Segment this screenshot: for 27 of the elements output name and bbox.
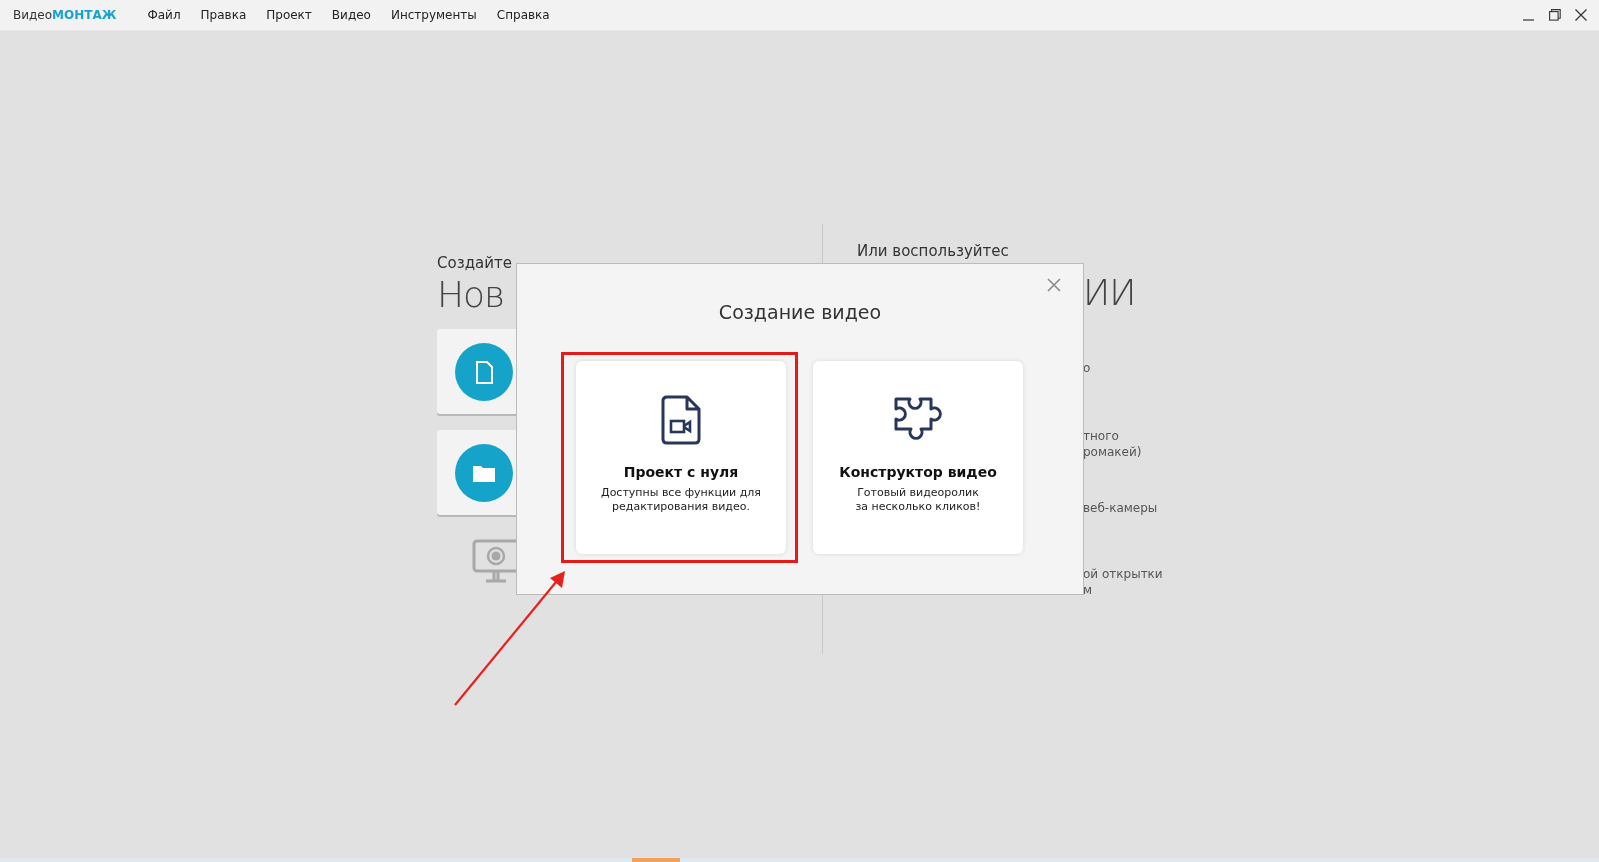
menu-item[interactable]: Файл (147, 8, 181, 22)
folder-icon (455, 443, 513, 502)
video-file-icon (661, 395, 701, 445)
menu-item[interactable]: Инструменты (390, 8, 477, 22)
option-text: веб-камеры (1083, 500, 1159, 516)
restore-icon[interactable] (1549, 9, 1561, 21)
caption-text: Или воспользуйтес (857, 242, 1010, 260)
menu-item[interactable]: Справка (496, 8, 550, 22)
heading-text: ИИ (1083, 272, 1136, 313)
menu-item[interactable]: Проект (266, 8, 312, 22)
card-title: Конструктор видео (839, 464, 997, 480)
caption-text: Создайте (437, 254, 513, 272)
card-title: Проект с нуля (623, 464, 739, 480)
webcam-monitor-icon[interactable] (472, 539, 516, 585)
heading-text: Нов (437, 274, 505, 315)
option-text: ой открытки м (1083, 566, 1163, 598)
dialog-title: Создание видео (718, 301, 882, 323)
option-card[interactable]: Проект с нуля Доступны все функции для редактирования видео. (561, 352, 798, 563)
file-icon (455, 342, 513, 401)
option-text: тного ромакей) (1083, 428, 1143, 460)
menu-item[interactable]: Правка (200, 8, 247, 22)
menu-item[interactable]: Видео (331, 8, 371, 22)
app-logo: ВидеоМОНТАЖ (13, 8, 117, 22)
card-description: Доступны все функции для редактирования видео. (601, 486, 761, 514)
option-text: о (1083, 360, 1092, 376)
close-icon[interactable] (1575, 9, 1587, 21)
card-description: Готовый видеоролик за несколько кликов! (855, 486, 981, 514)
